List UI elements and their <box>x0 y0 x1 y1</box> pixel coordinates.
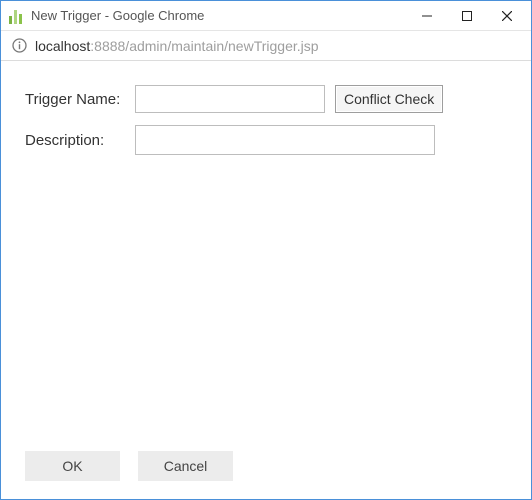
conflict-check-button[interactable]: Conflict Check <box>335 85 443 113</box>
close-icon <box>502 11 512 21</box>
page-content: Trigger Name: Conflict Check Description… <box>1 61 531 499</box>
window-title: New Trigger - Google Chrome <box>31 8 407 23</box>
window-controls <box>407 2 527 30</box>
trigger-name-label: Trigger Name: <box>25 91 135 108</box>
description-row: Description: <box>25 125 507 155</box>
trigger-name-row: Trigger Name: Conflict Check <box>25 85 507 113</box>
minimize-button[interactable] <box>407 2 447 30</box>
url-host: localhost <box>35 38 90 54</box>
content-spacer <box>25 167 507 451</box>
trigger-name-input[interactable] <box>135 85 325 113</box>
minimize-icon <box>422 11 432 21</box>
maximize-icon <box>462 11 472 21</box>
description-label: Description: <box>25 132 135 149</box>
info-icon <box>12 38 27 53</box>
app-icon <box>9 8 25 24</box>
site-info-icon[interactable] <box>11 38 27 54</box>
close-button[interactable] <box>487 2 527 30</box>
address-bar[interactable]: localhost:8888/admin/maintain/newTrigger… <box>1 31 531 61</box>
ok-button[interactable]: OK <box>25 451 120 481</box>
description-input[interactable] <box>135 125 435 155</box>
cancel-button[interactable]: Cancel <box>138 451 233 481</box>
dialog-footer: OK Cancel <box>25 451 507 481</box>
url-path: :8888/admin/maintain/newTrigger.jsp <box>90 38 318 54</box>
url-text: localhost:8888/admin/maintain/newTrigger… <box>35 38 319 54</box>
maximize-button[interactable] <box>447 2 487 30</box>
window-titlebar: New Trigger - Google Chrome <box>1 1 531 31</box>
